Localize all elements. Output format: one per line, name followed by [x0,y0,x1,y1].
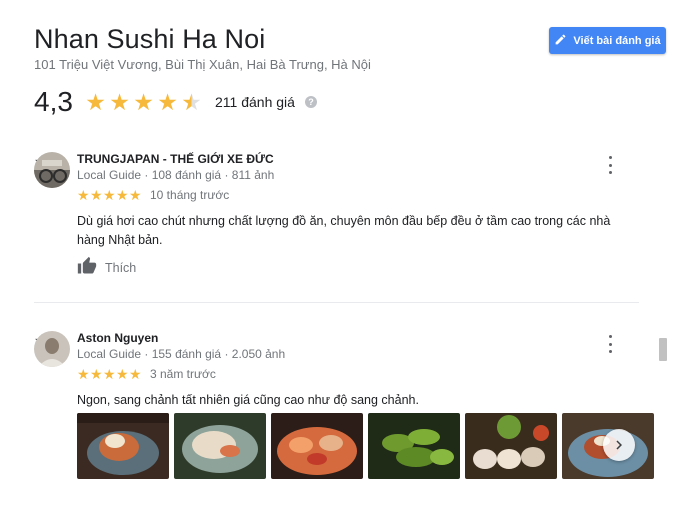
review-photo[interactable] [368,413,460,479]
review-rating: ★ ★ ★ ★ ★ 3 năm trước [77,367,216,381]
place-address: 101 Triệu Việt Vương, Bùi Thị Xuân, Hai … [34,57,371,72]
review-text: Ngon, sang chảnh tất nhiên giá cũng cao … [77,393,419,407]
star-icon: ★ [157,88,178,115]
reviewer-stats: · 155 đánh giá · 2.050 ảnh [141,347,286,361]
star-icon: ★ [109,88,130,115]
star-icon: ★ [129,187,142,203]
rating-summary: 4,3 ★ ★ ★ ★ ★ 211 đánh giá ? [34,86,317,118]
reviewer-meta: Local Guide · 155 đánh giá · 2.050 ảnh [77,347,285,361]
review-photo[interactable] [174,413,266,479]
review-photo[interactable] [271,413,363,479]
pencil-icon [554,33,567,49]
rating-value: 4,3 [34,86,73,117]
scrollbar-thumb[interactable] [659,338,667,361]
rating-stars: ★ ★ ★ ★ ★ [84,88,203,115]
review-photos [77,413,654,479]
avatar[interactable]: ★ [34,331,74,371]
local-guide-label: Local Guide [77,168,142,182]
star-icon: ★ [85,88,106,115]
star-icon: ★ [103,366,116,382]
write-review-button[interactable]: Viết bài đánh giá [549,27,666,54]
chevron-right-icon[interactable] [603,429,635,461]
like-button[interactable]: Thích [77,256,136,279]
review-photo[interactable] [465,413,557,479]
place-title: Nhan Sushi Ha Noi [34,24,266,54]
local-guide-label: Local Guide [77,347,142,361]
star-icon: ★ [77,366,90,382]
avatar[interactable]: ★ [34,152,74,192]
reviewer-name[interactable]: Aston Nguyen [77,331,158,345]
reviewer-name[interactable]: TRUNGJAPAN - THẾ GIỚI XE ĐỨC [77,152,274,166]
more-vert-icon[interactable] [606,156,614,174]
review-text: Dù giá hơi cao chút nhưng chất lượng đồ … [77,214,611,247]
reviewer-meta: Local Guide · 108 đánh giá · 811 ảnh [77,168,274,182]
star-icon: ★ [129,366,142,382]
rating-count[interactable]: 211 đánh giá [215,94,295,110]
star-icon: ★ [77,187,90,203]
reviewer-stats: · 108 đánh giá · 811 ảnh [141,168,275,182]
star-icon: ★ [90,187,103,203]
like-label: Thích [105,260,137,275]
review-photo[interactable] [77,413,169,479]
help-icon[interactable]: ? [304,96,317,108]
review-time: 3 năm trước [150,367,216,381]
divider [34,302,639,303]
review-rating: ★ ★ ★ ★ ★ 10 tháng trước [77,188,229,202]
star-icon: ★ [116,366,129,382]
star-icon: ★ [133,88,154,115]
write-review-label: Viết bài đánh giá [573,34,661,47]
more-vert-icon[interactable] [606,335,614,353]
star-icon: ★ [90,366,103,382]
star-icon: ★ [103,187,116,203]
star-icon: ★ [116,187,129,203]
review-time: 10 tháng trước [150,188,230,202]
half-star-icon: ★ [181,88,202,115]
thumbs-up-icon [77,256,97,279]
